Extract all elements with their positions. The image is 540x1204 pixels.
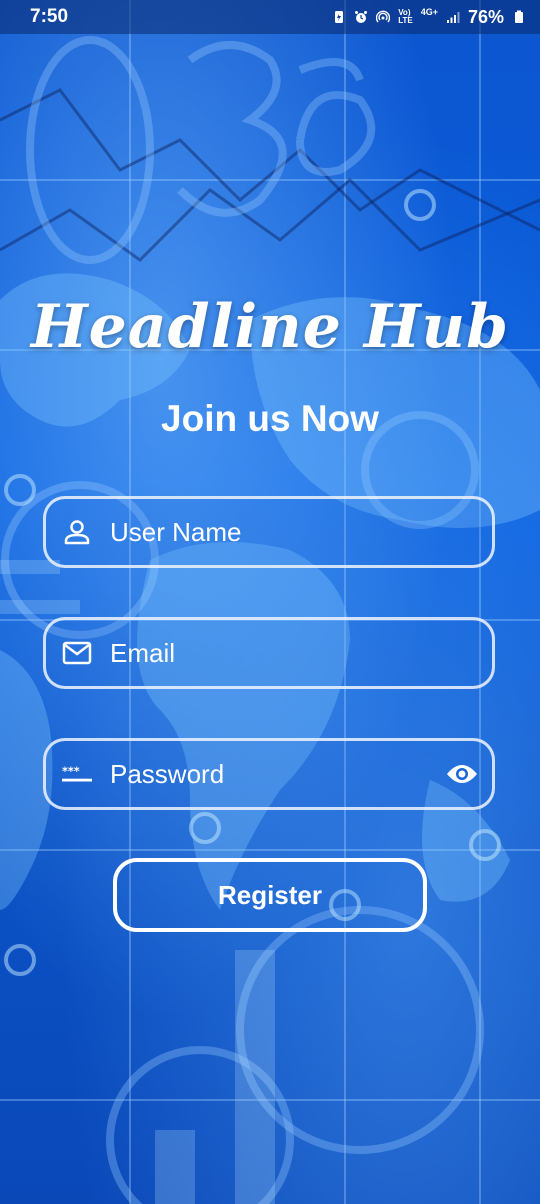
password-dots-icon: *** <box>62 759 92 789</box>
mail-icon <box>62 638 92 668</box>
background-image <box>0 0 540 1204</box>
status-time: 7:50 <box>30 6 69 27</box>
signal-icon <box>446 12 460 23</box>
register-button[interactable]: Register <box>113 858 427 932</box>
username-field[interactable] <box>43 496 495 568</box>
alarm-icon <box>355 11 368 23</box>
volte-indicator: Vo) LTE <box>398 9 413 25</box>
battery-percent: 76% <box>467 6 504 27</box>
svg-text:***: *** <box>62 765 80 778</box>
status-icons: Vo) LTE 4G+ 76% <box>332 7 526 28</box>
battery-icon <box>515 10 523 23</box>
eye-icon[interactable] <box>445 759 479 789</box>
app-title: Headline Hub <box>30 292 510 362</box>
email-field[interactable] <box>43 617 495 689</box>
status-bar: 7:50 Vo) LTE 4G+ 76% <box>0 0 540 34</box>
battery-saver-icon <box>335 11 344 23</box>
email-input[interactable] <box>110 637 492 669</box>
password-field[interactable]: *** <box>43 738 495 810</box>
username-input[interactable] <box>110 516 492 548</box>
person-icon <box>62 517 92 547</box>
network-gen: 4G+ <box>420 6 438 17</box>
password-input[interactable] <box>110 758 445 790</box>
page-subtitle: Join us Now <box>161 398 379 439</box>
hotspot-icon <box>376 10 391 23</box>
lte-label: LTE <box>398 16 413 25</box>
